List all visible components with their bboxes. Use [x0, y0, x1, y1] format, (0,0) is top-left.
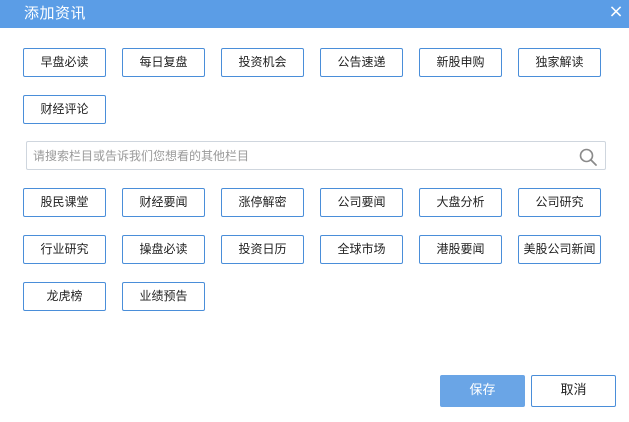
tag-quanqiu-shichang[interactable]: 全球市场	[320, 235, 403, 264]
tag-longhubang[interactable]: 龙虎榜	[23, 282, 106, 311]
tag-meigu-gongsi-xinwen[interactable]: 美股公司新闻	[518, 235, 601, 264]
tag-dujia-jiedu[interactable]: 独家解读	[518, 48, 601, 77]
close-icon[interactable]: ×	[605, 1, 627, 25]
tag-hangye-yanjiu[interactable]: 行业研究	[23, 235, 106, 264]
tag-gongsi-yaowen[interactable]: 公司要闻	[320, 188, 403, 217]
tag-caijing-yaowen[interactable]: 财经要闻	[122, 188, 205, 217]
tag-gumin-ketang[interactable]: 股民课堂	[23, 188, 106, 217]
dialog-title-bar: 添加资讯 ×	[0, 0, 629, 28]
search-icon[interactable]	[578, 147, 598, 167]
add-news-dialog: 添加资讯 × 早盘必读 每日复盘 投资机会 公告速递 新股申购 独家解读 财经评…	[0, 0, 629, 422]
tag-meiri-fupan[interactable]: 每日复盘	[122, 48, 205, 77]
tag-zhangting-jiemi[interactable]: 涨停解密	[221, 188, 304, 217]
cancel-button[interactable]: 取消	[531, 375, 616, 407]
search-box	[26, 141, 606, 170]
tag-caopan-bidu[interactable]: 操盘必读	[122, 235, 205, 264]
tag-touzi-rili[interactable]: 投资日历	[221, 235, 304, 264]
tag-caijing-pinglun[interactable]: 财经评论	[23, 95, 106, 124]
tag-ganggu-yaowen[interactable]: 港股要闻	[419, 235, 502, 264]
tag-dapan-fenxi[interactable]: 大盘分析	[419, 188, 502, 217]
tag-gonggao-sudi[interactable]: 公告速递	[320, 48, 403, 77]
search-input[interactable]	[33, 144, 573, 167]
tag-yeji-yugao[interactable]: 业绩预告	[122, 282, 205, 311]
tag-xingu-shengou[interactable]: 新股申购	[419, 48, 502, 77]
save-button[interactable]: 保存	[440, 375, 525, 407]
tag-touzi-jihui[interactable]: 投资机会	[221, 48, 304, 77]
tag-gongsi-yanjiu[interactable]: 公司研究	[518, 188, 601, 217]
tag-zaopan-bidu[interactable]: 早盘必读	[23, 48, 106, 77]
dialog-title: 添加资讯	[24, 4, 87, 22]
